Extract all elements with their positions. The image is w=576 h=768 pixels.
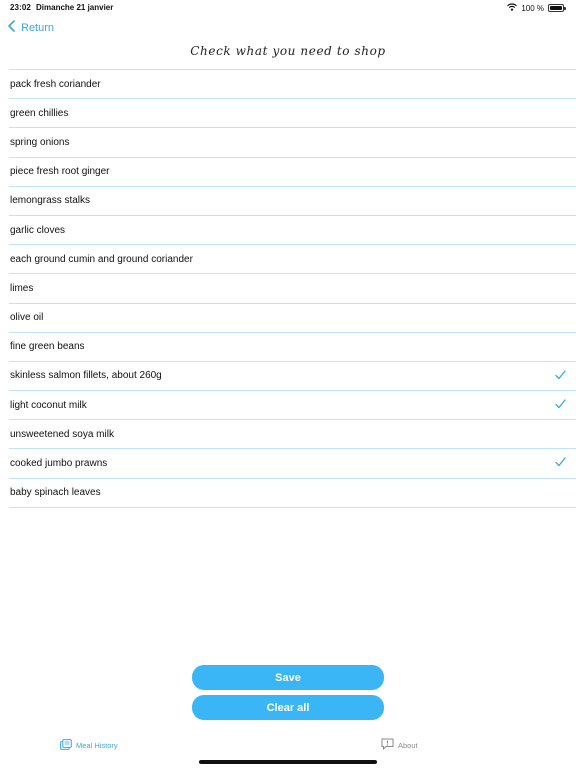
list-item[interactable]: garlic cloves (9, 216, 576, 246)
return-button[interactable]: Return (8, 20, 54, 35)
list-item-label: green chillies (10, 107, 69, 119)
tab-about[interactable]: About (381, 738, 418, 752)
list-item-label: limes (10, 282, 34, 294)
list-item[interactable]: green chillies (9, 99, 576, 129)
page-title: Check what you need to shop (190, 44, 386, 58)
list-item[interactable]: unsweetened soya milk (9, 420, 576, 450)
status-indicators: 100 % (507, 3, 566, 13)
list-item[interactable]: light coconut milk (9, 391, 576, 421)
list-item[interactable]: fine green beans (9, 333, 576, 362)
list-item[interactable]: baby spinach leaves (9, 479, 576, 508)
home-indicator[interactable] (199, 760, 377, 764)
wifi-icon (507, 3, 518, 13)
list-item-label: cooked jumbo prawns (10, 458, 108, 470)
list-item-label: spring onions (10, 136, 70, 148)
battery-icon (548, 4, 566, 12)
battery-percent: 100 % (521, 3, 544, 13)
list-item-label: light coconut milk (10, 399, 87, 411)
list-item[interactable]: limes (9, 274, 576, 304)
list-item[interactable]: olive oil (9, 304, 576, 333)
checkmark-icon (555, 370, 566, 383)
list-item-label: piece fresh root ginger (10, 166, 110, 178)
list-item-label: skinless salmon fillets, about 260g (10, 370, 162, 382)
list-item[interactable]: lemongrass stalks (9, 187, 576, 216)
status-time: 23:02 (10, 3, 31, 12)
save-button[interactable]: Save (192, 665, 384, 690)
list-item[interactable]: each ground cumin and ground coriander (9, 245, 576, 275)
list-item[interactable]: cooked jumbo prawns (9, 449, 576, 479)
shopping-list: pack fresh coriander green chillies spring… (9, 69, 576, 508)
return-label: Return (21, 21, 55, 34)
list-item-label: unsweetened soya milk (10, 428, 114, 440)
list-item-label: each ground cumin and ground coriander (10, 253, 193, 265)
tab-meal-history[interactable]: Meal History (60, 739, 118, 752)
list-item-label: fine green beans (10, 341, 85, 353)
list-item-label: olive oil (10, 312, 44, 324)
meal-history-icon (60, 739, 72, 752)
checkmark-icon (555, 457, 566, 470)
list-item-label: pack fresh coriander (10, 78, 101, 90)
list-item-label: lemongrass stalks (10, 195, 91, 207)
about-icon (381, 738, 394, 752)
tab-about-label: About (398, 740, 418, 750)
list-item[interactable]: pack fresh coriander (9, 70, 576, 100)
status-date: Dimanche 21 janvier (36, 3, 114, 12)
status-bar: 23:02 Dimanche 21 janvier 100 % (0, 0, 576, 16)
list-item-label: baby spinach leaves (10, 487, 101, 499)
tab-meal-history-label: Meal History (76, 741, 118, 750)
list-item[interactable]: spring onions (9, 128, 576, 158)
list-item[interactable]: skinless salmon fillets, about 260g (9, 362, 576, 392)
chevron-left-icon (8, 20, 15, 35)
list-item[interactable]: piece fresh root ginger (9, 158, 576, 187)
clear-all-button[interactable]: Clear all (192, 695, 384, 720)
checkmark-icon (555, 399, 566, 412)
list-item-label: garlic cloves (10, 224, 66, 236)
